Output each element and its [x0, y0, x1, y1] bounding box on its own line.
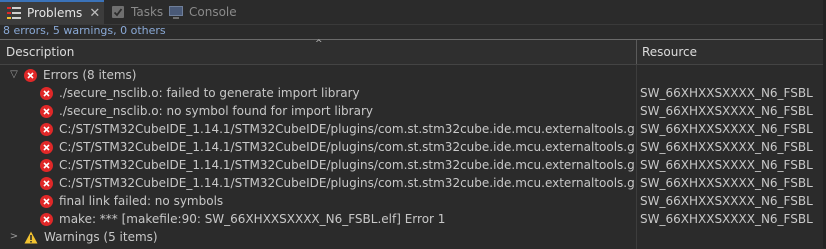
- error-icon: [40, 122, 53, 136]
- error-icon: [40, 194, 53, 208]
- group-warnings[interactable]: > Warnings (5 items): [0, 228, 823, 246]
- group-errors[interactable]: ▽ Errors (8 items): [0, 66, 823, 84]
- row-resource: SW_66XHXXSXXXX_N6_FSBL: [640, 194, 813, 208]
- row-description: C:/ST/STM32CubeIDE_1.14.1/STM32CubeIDE/p…: [59, 140, 634, 154]
- tab-problems-label: Problems: [27, 6, 83, 20]
- row-description: C:/ST/STM32CubeIDE_1.14.1/STM32CubeIDE/p…: [59, 122, 634, 136]
- row-description: ./secure_nsclib.o: failed to generate im…: [59, 86, 360, 100]
- table-row[interactable]: C:/ST/STM32CubeIDE_1.14.1/STM32CubeIDE/p…: [0, 156, 823, 174]
- table-row[interactable]: C:/ST/STM32CubeIDE_1.14.1/STM32CubeIDE/p…: [0, 138, 823, 156]
- table-row[interactable]: final link failed: no symbols SW_66XHXXS…: [0, 192, 823, 210]
- row-description: final link failed: no symbols: [59, 194, 224, 208]
- row-resource: SW_66XHXXSXXXX_N6_FSBL: [640, 176, 813, 190]
- error-icon: [40, 104, 53, 118]
- row-resource: SW_66XHXXSXXXX_N6_FSBL: [640, 104, 813, 118]
- warning-icon: [24, 231, 38, 244]
- error-icon: [40, 140, 53, 154]
- error-icon: [40, 176, 53, 190]
- group-errors-label: Errors (8 items): [43, 68, 137, 82]
- tab-console-label: Console: [189, 5, 237, 19]
- problems-icon: [6, 5, 22, 21]
- chevron-down-icon[interactable]: ▽: [8, 66, 20, 84]
- row-description: C:/ST/STM32CubeIDE_1.14.1/STM32CubeIDE/p…: [59, 176, 634, 190]
- problems-summary: 8 errors, 5 warnings, 0 others: [3, 24, 166, 37]
- table-row[interactable]: make: *** [makefile:90: SW_66XHXXSXXXX_N…: [0, 210, 823, 228]
- row-description: C:/ST/STM32CubeIDE_1.14.1/STM32CubeIDE/p…: [59, 158, 634, 172]
- row-description: make: *** [makefile:90: SW_66XHXXSXXXX_N…: [59, 212, 446, 226]
- error-icon: [40, 86, 53, 100]
- table-row[interactable]: ./secure_nsclib.o: no symbol found for i…: [0, 102, 823, 120]
- row-description: ./secure_nsclib.o: no symbol found for i…: [59, 104, 373, 118]
- group-warnings-label: Warnings (5 items): [44, 230, 158, 244]
- row-resource: SW_66XHXXSXXXX_N6_FSBL: [640, 86, 813, 100]
- error-icon: [24, 68, 37, 82]
- column-header-description[interactable]: Description: [6, 40, 74, 64]
- table-row[interactable]: C:/ST/STM32CubeIDE_1.14.1/STM32CubeIDE/p…: [0, 174, 823, 192]
- column-divider[interactable]: [636, 40, 637, 64]
- error-icon: [40, 158, 53, 172]
- tab-tasks-label: Tasks: [131, 5, 164, 19]
- error-icon: [40, 212, 53, 226]
- row-resource: SW_66XHXXSXXXX_N6_FSBL: [640, 212, 813, 226]
- row-resource: SW_66XHXXSXXXX_N6_FSBL: [640, 158, 813, 172]
- problems-table: Description ^ Resource ▽ Errors (8 items…: [0, 39, 823, 249]
- table-header: Description ^ Resource: [0, 40, 823, 65]
- tab-problems[interactable]: Problems ✕: [0, 0, 104, 24]
- tab-tasks[interactable]: Tasks: [104, 0, 164, 24]
- table-row[interactable]: C:/ST/STM32CubeIDE_1.14.1/STM32CubeIDE/p…: [0, 120, 823, 138]
- row-resource: SW_66XHXXSXXXX_N6_FSBL: [640, 140, 813, 154]
- table-row[interactable]: ./secure_nsclib.o: failed to generate im…: [0, 84, 823, 102]
- tab-console[interactable]: Console: [162, 0, 242, 24]
- close-icon[interactable]: ✕: [89, 6, 100, 21]
- chevron-right-icon[interactable]: >: [8, 228, 20, 246]
- sort-ascending-icon: ^: [315, 39, 323, 49]
- row-resource: SW_66XHXXSXXXX_N6_FSBL: [640, 122, 813, 136]
- console-icon: [168, 4, 184, 20]
- column-header-resource[interactable]: Resource: [642, 40, 697, 64]
- tasks-icon: [110, 4, 126, 20]
- view-tab-bar: Problems ✕ Tasks Console: [0, 0, 826, 25]
